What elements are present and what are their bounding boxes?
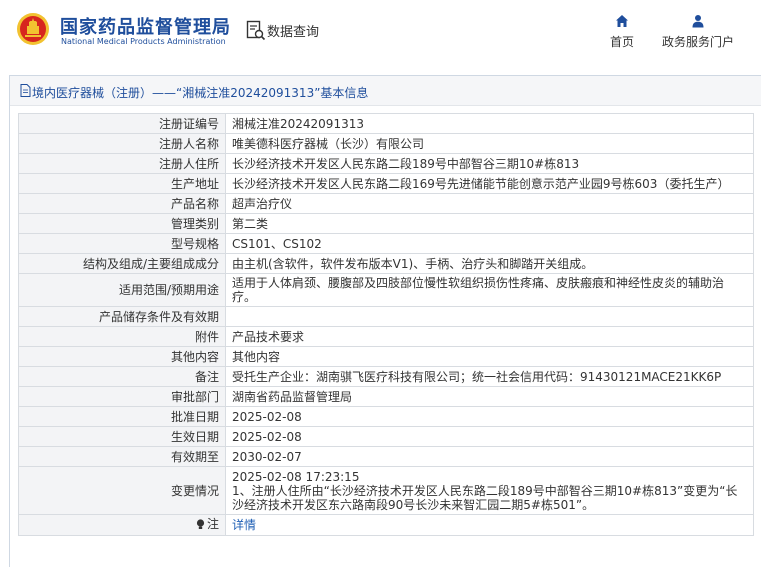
table-row: 型号规格 CS101、CS102 xyxy=(18,233,754,254)
table-row: 附件 产品技术要求 xyxy=(18,326,754,347)
panel-title-bar: 境内医疗器械（注册）——“湘械注准20242091313”基本信息 xyxy=(10,76,761,106)
row-label: 产品名称 xyxy=(18,193,226,214)
row-label: 适用范围/预期用途 xyxy=(18,273,226,307)
row-label: 注册人住所 xyxy=(18,153,226,174)
row-value: CS101、CS102 xyxy=(225,233,754,254)
row-value: 唯美德科医疗器械（长沙）有限公司 xyxy=(225,133,754,154)
row-value: 受托生产企业：湖南骐飞医疗科技有限公司；统一社会信用代码：91430121MAC… xyxy=(225,366,754,387)
registration-info-table: 注册证编号 湘械注准20242091313 注册人名称 唯美德科医疗器械（长沙）… xyxy=(18,113,754,536)
user-icon xyxy=(692,15,704,28)
bulb-icon xyxy=(196,518,205,529)
table-row: 审批部门 湖南省药品监督管理局 xyxy=(18,386,754,407)
row-label: 生产地址 xyxy=(18,173,226,194)
emblem-logo-icon[interactable] xyxy=(16,12,50,46)
table-row: 结构及组成/主要组成成分 由主机(含软件，软件发布版本V1)、手柄、治疗头和脚踏… xyxy=(18,253,754,274)
change-time: 2025-02-08 17:23:15 xyxy=(232,469,360,484)
change-description: 1、注册人住所由“长沙经济技术开发区人民东路二段189号中部智谷三期10#栋81… xyxy=(232,483,738,512)
table-row: 批准日期 2025-02-08 xyxy=(18,406,754,427)
row-label: 备注 xyxy=(18,366,226,387)
row-label: 注册人名称 xyxy=(18,133,226,154)
table-row: 注册证编号 湘械注准20242091313 xyxy=(18,113,754,134)
table-row: 其他内容 其他内容 xyxy=(18,346,754,367)
row-label: 注 xyxy=(206,517,219,531)
table-row: 变更情况 2025-02-08 17:23:15 1、注册人住所由“长沙经济技术… xyxy=(18,466,754,515)
row-label: 结构及组成/主要组成成分 xyxy=(18,253,226,274)
row-value: 超声治疗仪 xyxy=(225,193,754,214)
row-value: 长沙经济技术开发区人民东路二段189号中部智谷三期10#栋813 xyxy=(225,153,754,174)
row-value: 2025-02-08 xyxy=(225,426,754,447)
row-value: 详情 xyxy=(225,514,754,536)
row-value: 第二类 xyxy=(225,213,754,234)
table-row: 管理类别 第二类 xyxy=(18,213,754,234)
table-row: 产品储存条件及有效期 xyxy=(18,306,754,327)
note-label-cell: 注 xyxy=(18,514,226,536)
row-label: 其他内容 xyxy=(18,346,226,367)
row-label: 变更情况 xyxy=(18,466,226,515)
table-row: 注册人名称 唯美德科医疗器械（长沙）有限公司 xyxy=(18,133,754,154)
row-value: 湘械注准20242091313 xyxy=(225,113,754,134)
row-label: 有效期至 xyxy=(18,446,226,467)
row-label: 型号规格 xyxy=(18,233,226,254)
nav-home-label: 首页 xyxy=(609,35,634,49)
site-header: 国家药品监督管理局 National Medical Products Admi… xyxy=(0,0,761,64)
row-value: 2025-02-08 xyxy=(225,406,754,427)
row-label: 批准日期 xyxy=(18,406,226,427)
site-name-cn[interactable]: 国家药品监督管理局 xyxy=(60,13,231,39)
row-value xyxy=(225,306,754,327)
row-label: 审批部门 xyxy=(18,386,226,407)
table-row: 注 详情 xyxy=(18,514,754,536)
table-row: 备注 受托生产企业：湖南骐飞医疗科技有限公司；统一社会信用代码：91430121… xyxy=(18,366,754,387)
row-value: 湖南省药品监督管理局 xyxy=(225,386,754,407)
table-row: 有效期至 2030-02-07 xyxy=(18,446,754,467)
details-link[interactable]: 详情 xyxy=(232,518,256,532)
row-label: 注册证编号 xyxy=(18,113,226,134)
row-value: 适用于人体肩颈、腰腹部及四肢部位慢性软组织损伤性疼痛、皮肤瘢痕和神经性皮炎的辅助… xyxy=(225,273,754,307)
nav-home[interactable]: 首页 xyxy=(600,14,644,50)
table-row: 适用范围/预期用途 适用于人体肩颈、腰腹部及四肢部位慢性软组织损伤性疼痛、皮肤瘢… xyxy=(18,273,754,307)
row-label: 管理类别 xyxy=(18,213,226,234)
table-row: 产品名称 超声治疗仪 xyxy=(18,193,754,214)
detail-panel: 境内医疗器械（注册）——“湘械注准20242091313”基本信息 注册证编号 … xyxy=(9,75,761,567)
table-row: 生产地址 长沙经济技术开发区人民东路二段169号先进储能节能创意示范产业园9号栋… xyxy=(18,173,754,194)
table-row: 生效日期 2025-02-08 xyxy=(18,426,754,447)
home-icon xyxy=(616,15,628,27)
site-name-en: National Medical Products Administration xyxy=(61,37,226,46)
row-label: 附件 xyxy=(18,326,226,347)
row-label: 生效日期 xyxy=(18,426,226,447)
table-row: 注册人住所 长沙经济技术开发区人民东路二段189号中部智谷三期10#栋813 xyxy=(18,153,754,174)
row-value: 由主机(含软件，软件发布版本V1)、手柄、治疗头和脚踏开关组成。 xyxy=(225,253,754,274)
nav-service-portal-label: 政务服务门户 xyxy=(661,35,734,49)
document-search-icon xyxy=(246,20,266,41)
nav-service-portal[interactable]: 政务服务门户 xyxy=(658,14,738,50)
data-query-label: 数据查询 xyxy=(267,25,320,40)
row-value: 其他内容 xyxy=(225,346,754,367)
change-history-value: 2025-02-08 17:23:15 1、注册人住所由“长沙经济技术开发区人民… xyxy=(225,466,754,515)
row-label: 产品储存条件及有效期 xyxy=(18,306,226,327)
row-value: 长沙经济技术开发区人民东路二段169号先进储能节能创意示范产业园9号栋603（委… xyxy=(225,173,754,194)
panel-title: 境内医疗器械（注册）——“湘械注准20242091313”基本信息 xyxy=(32,86,369,100)
row-value: 产品技术要求 xyxy=(225,326,754,347)
document-icon xyxy=(20,84,31,97)
row-value: 2030-02-07 xyxy=(225,446,754,467)
